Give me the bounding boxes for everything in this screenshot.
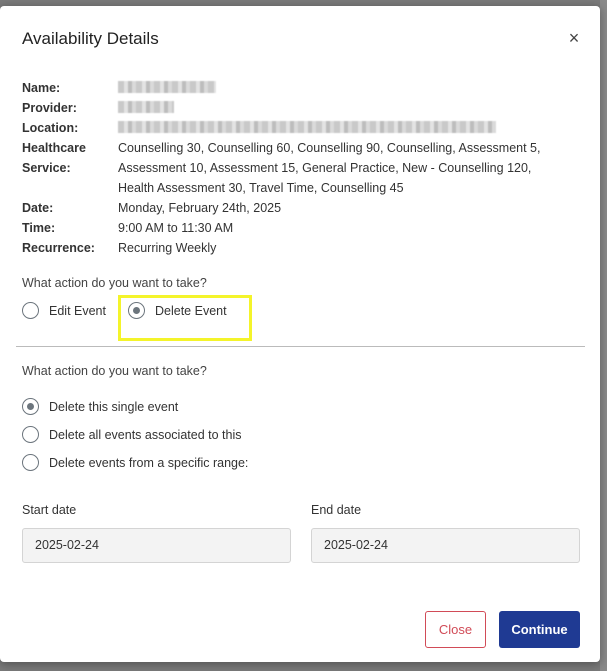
time-label: Time: bbox=[22, 221, 56, 235]
time-value: 9:00 AM to 11:30 AM bbox=[118, 221, 234, 235]
recurrence-label: Recurrence: bbox=[22, 241, 95, 255]
start-date-label: Start date bbox=[22, 503, 77, 517]
date-value: Monday, February 24th, 2025 bbox=[118, 201, 282, 215]
date-label: Date: bbox=[22, 201, 54, 215]
availability-details-modal: Availability Details × Name: Provider: L… bbox=[0, 6, 600, 662]
backdrop bbox=[600, 0, 607, 671]
name-label: Name: bbox=[22, 81, 61, 95]
delete-scope-question: What action do you want to take? bbox=[22, 364, 207, 378]
highlight-annotation bbox=[118, 295, 252, 341]
continue-button[interactable]: Continue bbox=[499, 611, 580, 648]
provider-label: Provider: bbox=[22, 101, 77, 115]
recurrence-value: Recurring Weekly bbox=[118, 241, 217, 255]
close-button[interactable]: Close bbox=[425, 611, 486, 648]
radio-delete-single[interactable]: Delete this single event bbox=[22, 398, 178, 415]
radio-delete-range[interactable]: Delete events from a specific range: bbox=[22, 454, 248, 471]
provider-value-redacted bbox=[118, 98, 568, 118]
radio-circle-icon[interactable] bbox=[22, 454, 39, 471]
healthcare-value-line-2: Assessment 10, Assessment 15, General Pr… bbox=[118, 161, 532, 175]
location-value-redacted bbox=[118, 118, 568, 138]
radio-circle-icon[interactable] bbox=[22, 426, 39, 443]
divider bbox=[16, 346, 585, 347]
healthcare-label-1: Healthcare bbox=[22, 141, 86, 155]
end-date-label: End date bbox=[311, 503, 362, 517]
radio-label: Delete this single event bbox=[49, 399, 179, 414]
radio-circle-icon[interactable] bbox=[22, 302, 39, 319]
name-value-redacted bbox=[118, 78, 568, 98]
radio-checked-icon[interactable] bbox=[22, 398, 39, 415]
radio-edit-event[interactable]: Edit Event bbox=[22, 302, 106, 319]
radio-label: Delete all events associated to this bbox=[49, 427, 242, 442]
location-label: Location: bbox=[22, 121, 79, 135]
radio-delete-all[interactable]: Delete all events associated to this bbox=[22, 426, 241, 443]
healthcare-label-2: Service: bbox=[22, 161, 71, 175]
action-question: What action do you want to take? bbox=[22, 276, 207, 290]
modal-title: Availability Details bbox=[22, 29, 159, 48]
radio-label: Edit Event bbox=[49, 303, 106, 318]
start-date-input[interactable]: 2025-02-24 bbox=[22, 528, 291, 563]
healthcare-value-line-1: Counselling 30, Counselling 60, Counsell… bbox=[118, 141, 541, 155]
radio-label: Delete events from a specific range: bbox=[49, 455, 249, 470]
healthcare-value-line-3: Health Assessment 30, Travel Time, Couns… bbox=[118, 181, 404, 195]
close-icon[interactable]: × bbox=[566, 28, 582, 48]
end-date-input[interactable]: 2025-02-24 bbox=[311, 528, 580, 563]
